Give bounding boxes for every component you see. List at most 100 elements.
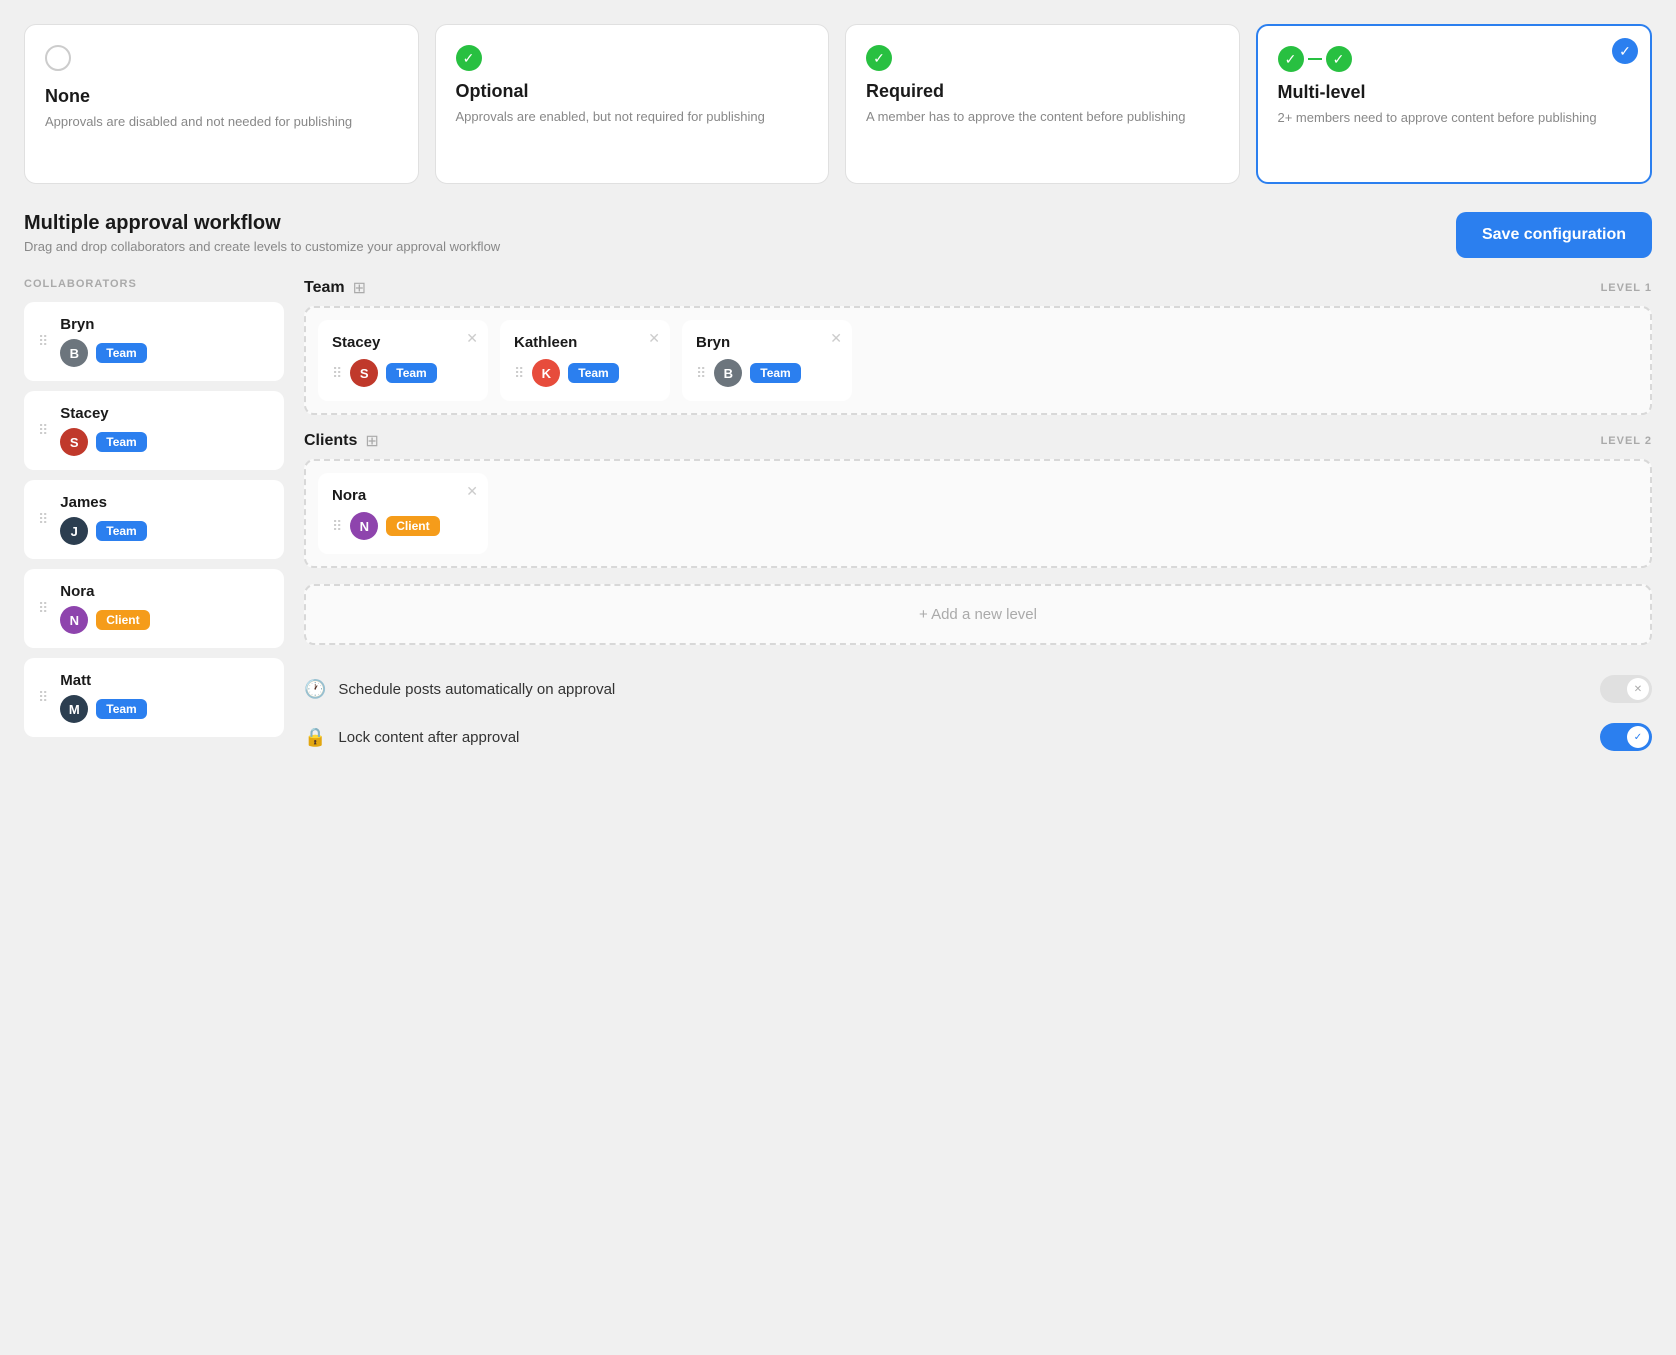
main-layout: COLLABORATORS ⠿ Bryn B Team ⠿ Stacey S T… [24,278,1652,761]
lock-icon: 🔒 [304,727,326,748]
level-1-header: Team ⊞ LEVEL 1 [304,278,1652,298]
selected-check-icon: ✓ [1612,38,1638,64]
drag-handle[interactable]: ⠿ [38,600,48,617]
optional-icon: ✓ [456,45,809,71]
drag-handle[interactable]: ⠿ [332,365,342,382]
level-member-kathleen: ✕ Kathleen ⠿ K Team [500,320,670,401]
badge-level-bryn: Team [750,363,800,383]
workflow-title: Multiple approval workflow [24,212,500,235]
collaborator-james: ⠿ James J Team [24,480,284,559]
level-2-name: Clients [304,432,357,450]
avatar-matt: M [60,695,88,723]
remove-nora-button[interactable]: ✕ [466,483,478,500]
split-icon-level2[interactable]: ⊞ [365,431,378,451]
schedule-label: Schedule posts automatically on approval [338,681,1588,698]
level-2-section: Clients ⊞ LEVEL 2 ✕ Nora ⠿ N Client [304,431,1652,568]
collaborators-panel: COLLABORATORS ⠿ Bryn B Team ⠿ Stacey S T… [24,278,284,761]
lock-toggle-knob: ✓ [1627,726,1649,748]
drag-handle[interactable]: ⠿ [38,333,48,350]
approval-card-optional[interactable]: ✓ Optional Approvals are enabled, but no… [435,24,830,184]
badge-james: Team [96,521,146,541]
approval-card-multilevel[interactable]: ✓ ✓ ✓ Multi-level 2+ members need to app… [1256,24,1653,184]
bottom-toggles: 🕐 Schedule posts automatically on approv… [304,665,1652,761]
drag-handle[interactable]: ⠿ [332,518,342,535]
level-1-title-row: Team ⊞ [304,278,366,298]
drag-handle[interactable]: ⠿ [38,422,48,439]
clock-icon: 🕐 [304,679,326,700]
badge-stacey: Team [96,432,146,452]
level-member-name-kathleen: Kathleen [514,334,656,351]
level-member-bryn: ✕ Bryn ⠿ B Team [682,320,852,401]
multilevel-icon: ✓ ✓ [1278,46,1631,72]
level-1-name: Team [304,279,345,297]
lock-label: Lock content after approval [338,729,1588,746]
collab-info-james: James J Team [60,494,146,545]
collab-name-bryn: Bryn [60,316,146,333]
level-1-section: Team ⊞ LEVEL 1 ✕ Stacey ⠿ S Team [304,278,1652,415]
drag-handle[interactable]: ⠿ [514,365,524,382]
levels-panel: Team ⊞ LEVEL 1 ✕ Stacey ⠿ S Team [304,278,1652,761]
collab-name-stacey: Stacey [60,405,146,422]
add-level-section: + Add a new level [304,584,1652,645]
avatar-james: J [60,517,88,545]
workflow-info: Multiple approval workflow Drag and drop… [24,212,500,254]
collab-meta-bryn: B Team [60,339,146,367]
collaborator-bryn: ⠿ Bryn B Team [24,302,284,381]
collab-info-stacey: Stacey S Team [60,405,146,456]
remove-kathleen-button[interactable]: ✕ [648,330,660,347]
lock-toggle-row: 🔒 Lock content after approval ✓ [304,713,1652,761]
workflow-header: Multiple approval workflow Drag and drop… [24,212,1652,258]
level-1-label: LEVEL 1 [1601,282,1652,294]
level-member-meta-nora: ⠿ N Client [332,512,474,540]
avatar-nora: N [60,606,88,634]
avatar-stacey: S [60,428,88,456]
optional-title: Optional [456,81,809,102]
collaborator-matt: ⠿ Matt M Team [24,658,284,737]
collab-name-matt: Matt [60,672,146,689]
required-title: Required [866,81,1219,102]
level-member-stacey: ✕ Stacey ⠿ S Team [318,320,488,401]
lock-toggle-switch[interactable]: ✓ [1600,723,1652,751]
avatar-level-bryn: B [714,359,742,387]
drag-handle[interactable]: ⠿ [38,511,48,528]
avatar-bryn: B [60,339,88,367]
level-2-cards-area: ✕ Nora ⠿ N Client [304,459,1652,568]
save-configuration-button[interactable]: Save configuration [1456,212,1652,258]
multilevel-title: Multi-level [1278,82,1631,103]
schedule-toggle-row: 🕐 Schedule posts automatically on approv… [304,665,1652,713]
level-1-cards-area: ✕ Stacey ⠿ S Team ✕ Kathleen ⠿ K Team [304,306,1652,415]
collab-meta-james: J Team [60,517,146,545]
drag-handle[interactable]: ⠿ [696,365,706,382]
drag-handle[interactable]: ⠿ [38,689,48,706]
collab-name-nora: Nora [60,583,149,600]
level-member-nora: ✕ Nora ⠿ N Client [318,473,488,554]
add-level-button[interactable]: + Add a new level [304,584,1652,645]
avatar-level-stacey: S [350,359,378,387]
schedule-toggle-switch[interactable]: ✕ [1600,675,1652,703]
multilevel-desc: 2+ members need to approve content befor… [1278,109,1631,127]
collab-meta-matt: M Team [60,695,146,723]
badge-bryn: Team [96,343,146,363]
optional-desc: Approvals are enabled, but not required … [456,108,809,126]
schedule-toggle-knob: ✕ [1627,678,1649,700]
collab-name-james: James [60,494,146,511]
collab-info-nora: Nora N Client [60,583,149,634]
level-2-label: LEVEL 2 [1601,435,1652,447]
split-icon-level1[interactable]: ⊞ [353,278,366,298]
level-member-meta-kathleen: ⠿ K Team [514,359,656,387]
remove-bryn-button[interactable]: ✕ [830,330,842,347]
none-title: None [45,86,398,107]
level-2-header: Clients ⊞ LEVEL 2 [304,431,1652,451]
workflow-desc: Drag and drop collaborators and create l… [24,239,500,254]
collaborators-label: COLLABORATORS [24,278,284,290]
required-icon: ✓ [866,45,1219,71]
badge-level-nora: Client [386,516,439,536]
badge-nora: Client [96,610,149,630]
approval-card-required[interactable]: ✓ Required A member has to approve the c… [845,24,1240,184]
level-member-meta-bryn: ⠿ B Team [696,359,838,387]
level-member-name-bryn: Bryn [696,334,838,351]
remove-stacey-button[interactable]: ✕ [466,330,478,347]
badge-level-kathleen: Team [568,363,618,383]
approval-type-cards: None Approvals are disabled and not need… [24,24,1652,184]
approval-card-none[interactable]: None Approvals are disabled and not need… [24,24,419,184]
